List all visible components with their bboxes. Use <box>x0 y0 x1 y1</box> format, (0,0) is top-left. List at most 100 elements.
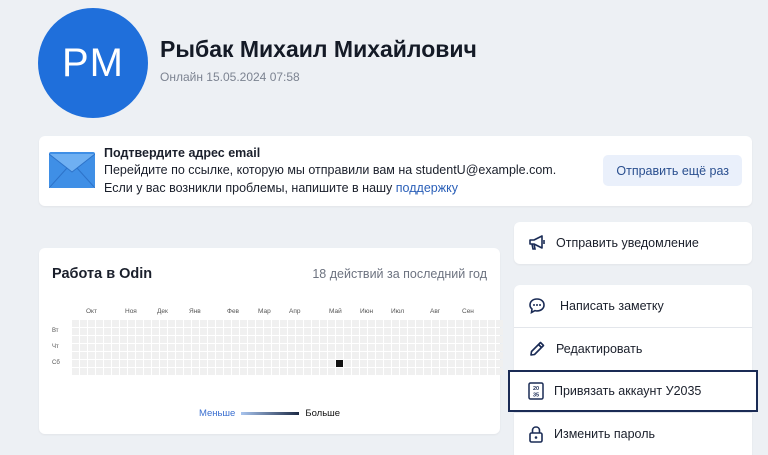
activity-cell <box>136 368 143 375</box>
activity-cell <box>328 328 335 335</box>
activity-cell <box>136 352 143 359</box>
activity-cell <box>352 360 359 367</box>
activity-cell <box>104 320 111 327</box>
activity-cell <box>88 368 95 375</box>
activity-cell <box>448 368 455 375</box>
activity-cell <box>232 336 239 343</box>
activity-cell <box>144 328 151 335</box>
month-label: Мар <box>258 308 271 315</box>
link-u2035-label: Привязать аккаунт У2035 <box>554 384 702 398</box>
send-notification-button[interactable]: Отправить уведомление <box>514 222 752 264</box>
activity-cell <box>456 368 463 375</box>
activity-cell <box>384 368 391 375</box>
activity-cell <box>480 328 487 335</box>
activity-cell <box>136 328 143 335</box>
activity-cell <box>488 352 495 359</box>
activity-cell <box>160 352 167 359</box>
activity-cell <box>400 344 407 351</box>
activity-cell <box>120 360 127 367</box>
activity-cell <box>344 352 351 359</box>
activity-cell <box>280 336 287 343</box>
activity-cell <box>192 320 199 327</box>
activity-cell <box>400 360 407 367</box>
activity-cell <box>376 344 383 351</box>
activity-cell <box>424 336 431 343</box>
activity-cell <box>480 368 487 375</box>
change-password-button[interactable]: Изменить пароль <box>514 413 752 455</box>
activity-cell <box>472 320 479 327</box>
activity-cell <box>168 328 175 335</box>
activity-cell <box>376 336 383 343</box>
notify-card: Отправить уведомление <box>514 222 752 264</box>
activity-cell <box>288 320 295 327</box>
activity-cell <box>144 360 151 367</box>
activity-cell <box>216 368 223 375</box>
activity-cell <box>312 368 319 375</box>
activity-cell <box>392 352 399 359</box>
activity-cell <box>304 344 311 351</box>
activity-cell <box>496 360 503 367</box>
activity-cell <box>192 344 199 351</box>
activity-cell <box>296 360 303 367</box>
activity-cell <box>208 320 215 327</box>
activity-cell <box>280 368 287 375</box>
month-label: Май <box>329 308 342 315</box>
activity-cell <box>240 352 247 359</box>
activity-cell <box>368 344 375 351</box>
activity-cell <box>184 328 191 335</box>
activity-cell <box>248 352 255 359</box>
activity-cell <box>120 320 127 327</box>
activity-cell <box>88 352 95 359</box>
activity-cell <box>416 336 423 343</box>
activity-cell <box>336 320 343 327</box>
edit-label: Редактировать <box>556 342 643 356</box>
activity-cell <box>480 360 487 367</box>
month-label: Янв <box>189 308 201 315</box>
activity-cell <box>344 344 351 351</box>
activity-cell <box>128 328 135 335</box>
activity-cell <box>472 336 479 343</box>
activity-cell <box>208 328 215 335</box>
activity-cell <box>80 368 87 375</box>
activity-cell <box>128 352 135 359</box>
activity-heatmap <box>72 320 503 375</box>
support-link[interactable]: поддержку <box>396 181 458 195</box>
email-notice-line1: Перейдите по ссылке, которую мы отправил… <box>104 163 557 177</box>
activity-cell <box>184 336 191 343</box>
activity-cell <box>384 344 391 351</box>
resend-email-button[interactable]: Отправить ещё раз <box>603 155 742 186</box>
legend-gradient <box>241 412 300 415</box>
activity-cell <box>232 344 239 351</box>
avatar: PM <box>38 8 148 118</box>
activity-cell <box>120 352 127 359</box>
activity-cell <box>280 360 287 367</box>
activity-cell <box>440 328 447 335</box>
activity-cell <box>376 360 383 367</box>
activity-cell <box>488 344 495 351</box>
activity-cell <box>464 360 471 367</box>
activity-cell <box>312 344 319 351</box>
activity-cell <box>360 368 367 375</box>
activity-cell <box>440 368 447 375</box>
activity-cell <box>360 336 367 343</box>
activity-cell <box>296 368 303 375</box>
activity-cell <box>264 368 271 375</box>
activity-cell <box>360 360 367 367</box>
activity-cell <box>480 336 487 343</box>
activity-cell <box>72 328 79 335</box>
activity-cell <box>392 360 399 367</box>
activity-cell <box>80 336 87 343</box>
link-u2035-button[interactable]: 20 35 Привязать аккаунт У2035 <box>508 370 758 412</box>
activity-cell <box>216 352 223 359</box>
activity-cell <box>168 344 175 351</box>
activity-cell <box>384 352 391 359</box>
activity-cell <box>440 344 447 351</box>
write-note-button[interactable]: Написать заметку <box>514 285 752 327</box>
activity-cell <box>232 320 239 327</box>
activity-cell <box>464 320 471 327</box>
activity-cell <box>432 336 439 343</box>
edit-button[interactable]: Редактировать <box>514 328 752 370</box>
activity-cell <box>392 328 399 335</box>
activity-cell <box>128 360 135 367</box>
activity-cell <box>224 320 231 327</box>
